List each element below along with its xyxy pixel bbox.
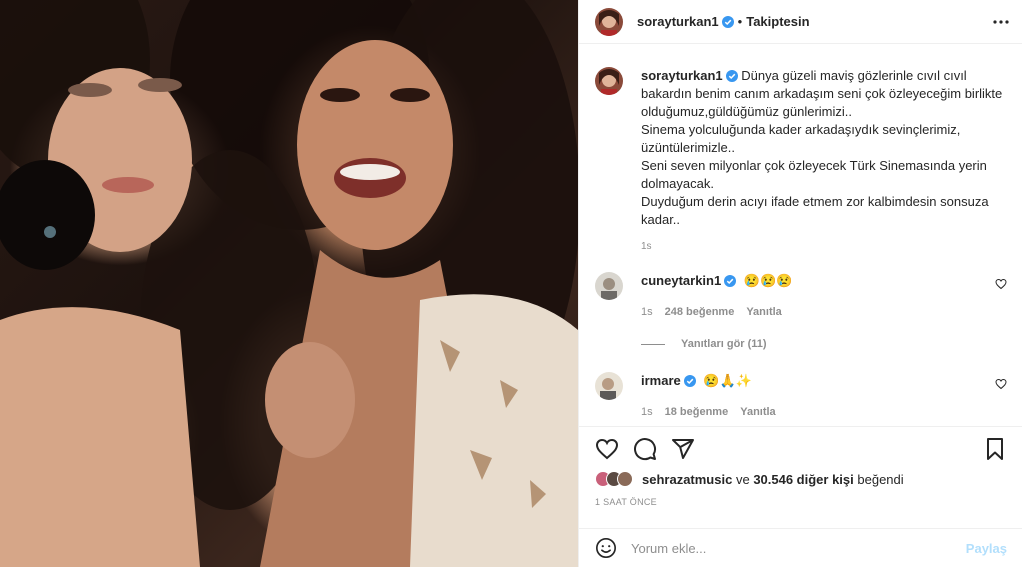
header-separator: • bbox=[737, 14, 743, 29]
comment-username[interactable]: irmare bbox=[641, 373, 681, 388]
comment-time[interactable]: 1s bbox=[641, 306, 653, 318]
commenter-avatar-image bbox=[595, 372, 623, 400]
author-avatar-image bbox=[595, 7, 623, 36]
view-replies-label: Yanıtları gör (11) bbox=[681, 338, 767, 350]
comment-input[interactable] bbox=[631, 540, 966, 556]
verified-badge-icon bbox=[683, 375, 696, 387]
caption: sorayturkan1 Dünya güzeli maviş gözlerin… bbox=[595, 67, 1007, 229]
comment-time[interactable]: 1s bbox=[641, 406, 653, 418]
view-replies-button[interactable]: Yanıtları gör (11) bbox=[641, 338, 1007, 350]
post-timestamp[interactable]: 1 SAAT ÖNCE bbox=[595, 497, 1007, 507]
follow-status-button[interactable]: Takiptesin bbox=[746, 14, 809, 29]
likes-summary: sehrazatmusic ve 30.546 diğer kişi beğen… bbox=[595, 471, 1007, 487]
comment-username[interactable]: cuneytarkin1 bbox=[641, 273, 721, 288]
more-options-icon[interactable] bbox=[991, 12, 1011, 32]
post-header: sorayturkan1 • Takiptesin bbox=[579, 0, 1022, 44]
post-detail-panel: sorayturkan1 • Takiptesin sorayturkan1 D bbox=[578, 0, 1022, 567]
comment-line: cuneytarkin1 😢😢😢 bbox=[641, 272, 981, 290]
reply-button[interactable]: Yanıtla bbox=[740, 406, 775, 418]
verified-badge-icon bbox=[721, 15, 734, 28]
comment-meta: 1s 248 beğenme Yanıtla bbox=[641, 306, 981, 318]
reply-button[interactable]: Yanıtla bbox=[746, 306, 781, 318]
comment-item: cuneytarkin1 😢😢😢 1s 248 beğenme Yanıtla bbox=[595, 272, 1007, 318]
share-icon[interactable] bbox=[671, 437, 695, 461]
comment-body: irmare 😢🙏✨ 1s 18 beğenme Yanıtla bbox=[641, 372, 981, 418]
caption-text: sorayturkan1 Dünya güzeli maviş gözlerin… bbox=[641, 67, 1007, 229]
commenter-avatar-image bbox=[595, 272, 623, 300]
comment-heart-icon[interactable] bbox=[995, 278, 1007, 290]
action-icons bbox=[595, 429, 1007, 469]
verified-badge-icon bbox=[725, 70, 738, 82]
likes-connector: ve bbox=[735, 471, 750, 487]
verified-badge-icon bbox=[724, 275, 737, 287]
post-photo-illustration bbox=[0, 0, 578, 567]
caption-author-avatar[interactable] bbox=[595, 67, 623, 95]
post-image[interactable] bbox=[0, 0, 578, 567]
caption-username[interactable]: sorayturkan1 bbox=[641, 68, 723, 83]
caption-avatar-image bbox=[595, 67, 623, 95]
commenter-avatar[interactable] bbox=[595, 372, 623, 400]
post-comment-button[interactable]: Paylaş bbox=[966, 541, 1007, 556]
comment-heart-icon[interactable] bbox=[995, 378, 1007, 390]
caption-body: Dünya güzeli maviş gözlerinle cıvıl cıvı… bbox=[641, 68, 1003, 227]
likes-suffix: beğendi bbox=[857, 471, 904, 487]
caption-timestamp[interactable]: 1s bbox=[641, 241, 1007, 252]
comment-text: 😢🙏✨ bbox=[703, 373, 752, 388]
author-avatar[interactable] bbox=[595, 7, 623, 36]
comment-text: 😢😢😢 bbox=[743, 273, 793, 288]
comment-line: irmare 😢🙏✨ bbox=[641, 372, 981, 390]
bookmark-icon[interactable] bbox=[983, 437, 1007, 461]
comment-body: cuneytarkin1 😢😢😢 1s 248 beğenme Yanıtla bbox=[641, 272, 981, 318]
liker-avatars[interactable] bbox=[595, 471, 633, 487]
post-actions: sehrazatmusic ve 30.546 diğer kişi beğen… bbox=[579, 426, 1022, 528]
liker-avatar bbox=[617, 471, 633, 487]
heart-icon[interactable] bbox=[595, 437, 619, 461]
comments-section[interactable]: sorayturkan1 Dünya güzeli maviş gözlerin… bbox=[579, 44, 1022, 426]
comment-icon[interactable] bbox=[633, 437, 657, 461]
first-liker[interactable]: sehrazatmusic bbox=[642, 472, 732, 487]
add-comment-bar: Paylaş bbox=[579, 528, 1022, 567]
replies-divider bbox=[641, 343, 665, 345]
author-username[interactable]: sorayturkan1 bbox=[637, 14, 719, 29]
comment-likes[interactable]: 248 beğenme bbox=[665, 306, 735, 318]
comment-meta: 1s 18 beğenme Yanıtla bbox=[641, 406, 981, 418]
other-likers[interactable]: 30.546 diğer kişi bbox=[753, 472, 853, 487]
comment-likes[interactable]: 18 beğenme bbox=[665, 406, 729, 418]
commenter-avatar[interactable] bbox=[595, 272, 623, 300]
emoji-icon[interactable] bbox=[595, 537, 617, 559]
comment-item: irmare 😢🙏✨ 1s 18 beğenme Yanıtla bbox=[595, 372, 1007, 418]
